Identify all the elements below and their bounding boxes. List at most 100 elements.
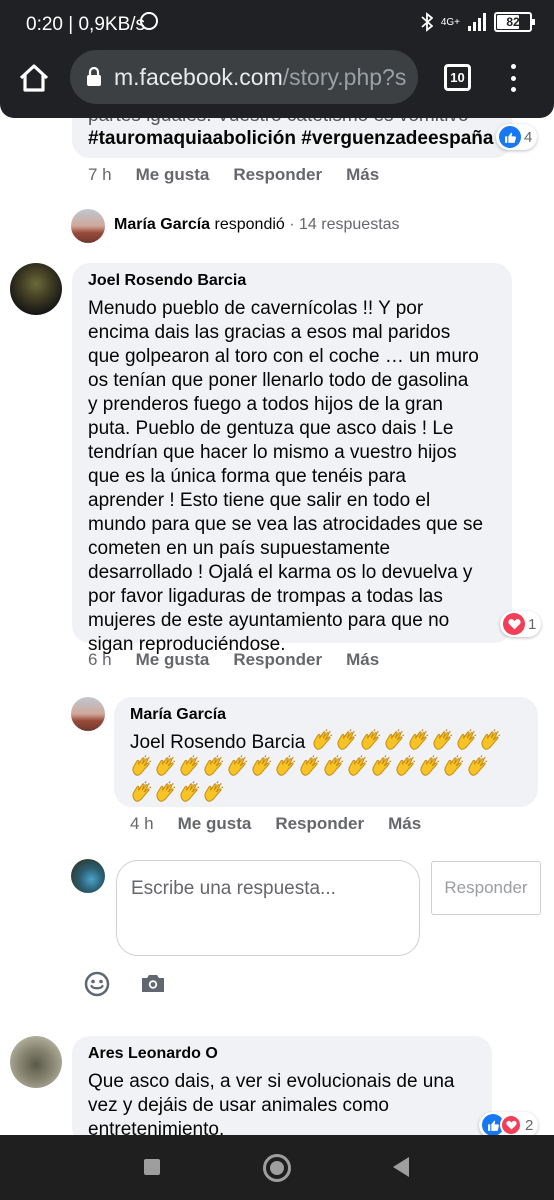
comment-actions: 7 h Me gusta Responder Más xyxy=(88,165,403,185)
clap-emoji-icon xyxy=(335,729,359,753)
mention-link[interactable]: Joel Rosendo Barcia xyxy=(130,732,311,753)
comment-text-line: puta. Pueblo de gentuza que asco dais ! … xyxy=(88,418,454,439)
signal-icon xyxy=(468,13,486,31)
reaction-count[interactable]: 2 xyxy=(479,1112,539,1135)
clap-emoji-icon xyxy=(178,781,202,805)
comment-text-line: os tenían que poner llenarlo todo de gas… xyxy=(88,370,469,391)
reply-actions: 4 h Me gusta Responder Más xyxy=(130,814,445,834)
reply-author[interactable]: María García xyxy=(130,706,226,724)
clap-emoji-icon xyxy=(346,755,370,779)
clap-emoji-icon xyxy=(130,781,154,805)
more-button[interactable]: Más xyxy=(388,814,421,834)
reply-bubble: María García Joel Rosendo Barcia xyxy=(114,697,538,807)
clap-emoji-icon xyxy=(250,755,274,779)
reply-time[interactable]: 4 h xyxy=(130,814,154,834)
lock-icon xyxy=(87,67,101,86)
more-button[interactable]: Más xyxy=(346,165,379,185)
reply-button[interactable]: Responder xyxy=(233,165,322,185)
browser-chrome: 0:20 | 0,9KB/s 4G+ 82 m.facebook.com/sto… xyxy=(0,0,554,118)
clap-emoji-icon xyxy=(226,755,250,779)
comment-text-line: vez y dejáis de usar animales como xyxy=(88,1095,389,1116)
like-button[interactable]: Me gusta xyxy=(136,165,210,185)
like-button[interactable]: Me gusta xyxy=(178,814,252,834)
avatar[interactable] xyxy=(10,1036,62,1088)
clap-emoji-icon xyxy=(383,729,407,753)
reply-text-line xyxy=(130,781,530,807)
replies-summary[interactable]: María García respondió · 14 respuestas xyxy=(114,216,400,234)
comment-actions: 6 h Me gusta Responder Más xyxy=(88,650,403,670)
clap-emoji-icon xyxy=(431,729,455,753)
more-button[interactable]: Más xyxy=(346,650,379,670)
comment-text-line: aprender ! Esto tiene que salir en todo … xyxy=(88,490,431,511)
camera-icon[interactable] xyxy=(140,972,166,994)
user-avatar xyxy=(71,859,105,893)
recents-button[interactable] xyxy=(144,1159,160,1175)
love-reaction-icon xyxy=(500,1114,522,1135)
comment-text-line: cometen en un país supuestamente xyxy=(88,538,391,559)
clap-emoji-icon xyxy=(418,755,442,779)
hashtags[interactable]: #tauromaquiaabolición #verguenzadeespaña xyxy=(88,127,493,151)
submit-reply-button[interactable]: Responder xyxy=(431,861,541,915)
alarm-icon xyxy=(140,12,158,30)
bluetooth-icon xyxy=(421,12,433,32)
reaction-count[interactable]: 1 xyxy=(500,611,542,637)
address-bar[interactable]: m.facebook.com/story.php?s xyxy=(70,50,418,104)
comment-text: Que asco dais, a ver si evolucionais de … xyxy=(88,1070,455,1135)
browser-toolbar: m.facebook.com/story.php?s 10 xyxy=(0,48,554,108)
reply-button[interactable]: Responder xyxy=(233,650,322,670)
status-time: 0:20 | 0,9KB/s xyxy=(26,14,146,35)
comment-time[interactable]: 7 h xyxy=(88,165,112,185)
comment-text-line: mujeres de este ayuntamiento para que no xyxy=(88,610,450,631)
comment-bubble: Joel Rosendo Barcia Menudo pueblo de cav… xyxy=(72,263,512,655)
avatar[interactable] xyxy=(71,209,105,243)
clap-emoji-icon xyxy=(442,755,466,779)
reaction-count[interactable]: 4 xyxy=(496,124,538,150)
reply-input[interactable]: Escribe una respuesta... xyxy=(116,860,420,956)
clap-emoji-icon xyxy=(466,755,490,779)
overflow-menu-icon[interactable] xyxy=(509,64,517,92)
clap-emoji-icon xyxy=(274,755,298,779)
reply-text-line: Joel Rosendo Barcia xyxy=(130,729,530,755)
clap-emoji-icon xyxy=(455,729,479,753)
like-reaction-icon xyxy=(499,126,521,148)
like-button[interactable]: Me gusta xyxy=(136,650,210,670)
reply-input-placeholder: Escribe una respuesta... xyxy=(131,878,336,899)
comment-author[interactable]: Joel Rosendo Barcia xyxy=(88,272,246,290)
clap-emoji-icon xyxy=(394,755,418,779)
clap-emoji-icon xyxy=(298,755,322,779)
home-button[interactable] xyxy=(263,1154,291,1182)
comment-text-line: Que asco dais, a ver si evolucionais de … xyxy=(88,1071,455,1092)
clap-emoji-icon xyxy=(370,755,394,779)
comment-text-line: desarrollado ! Ojalá el karma os lo devu… xyxy=(88,562,473,583)
status-bar: 0:20 | 0,9KB/s 4G+ 82 xyxy=(0,0,554,48)
comment-text-line: por favor ligaduras de trompas a todas l… xyxy=(88,586,443,607)
reply-text-line xyxy=(130,755,530,781)
clap-emoji-icon xyxy=(407,729,431,753)
comment-author[interactable]: Ares Leonardo O xyxy=(88,1045,218,1063)
reply-text: Joel Rosendo Barcia xyxy=(130,729,530,807)
avatar[interactable] xyxy=(10,263,62,315)
navigation-bar xyxy=(0,1135,554,1200)
comment-text: Menudo pueblo de cavernícolas !! Y por en… xyxy=(88,297,483,657)
tab-switcher-button[interactable]: 10 xyxy=(444,64,471,91)
back-button[interactable] xyxy=(393,1157,409,1177)
comment-text-line: y prenderos fuego a todos hijos de la gr… xyxy=(88,394,443,415)
clap-emoji-icon xyxy=(359,729,383,753)
clap-emoji-icon xyxy=(154,781,178,805)
emoji-icon[interactable] xyxy=(84,971,110,997)
comment-time[interactable]: 6 h xyxy=(88,650,112,670)
comment-thread: partes iguales. Vuestro catetismo es vom… xyxy=(0,0,554,1135)
comment-text-line: que golpearon al toro con el coche … un … xyxy=(88,346,479,367)
comment-text-line: Menudo pueblo de cavernícolas !! Y por xyxy=(88,298,424,319)
clap-emoji-icon xyxy=(178,755,202,779)
love-reaction-icon xyxy=(503,613,525,635)
home-icon[interactable] xyxy=(14,58,54,98)
system-icons: 4G+ 82 xyxy=(421,12,535,32)
reply-button[interactable]: Responder xyxy=(275,814,364,834)
clap-emoji-icon xyxy=(202,781,226,805)
clap-emoji-icon xyxy=(202,755,226,779)
avatar[interactable] xyxy=(71,697,105,731)
comment-bubble: Ares Leonardo O Que asco dais, a ver si … xyxy=(72,1036,492,1135)
clap-emoji-icon xyxy=(479,729,503,753)
clap-emoji-icon xyxy=(311,729,335,753)
